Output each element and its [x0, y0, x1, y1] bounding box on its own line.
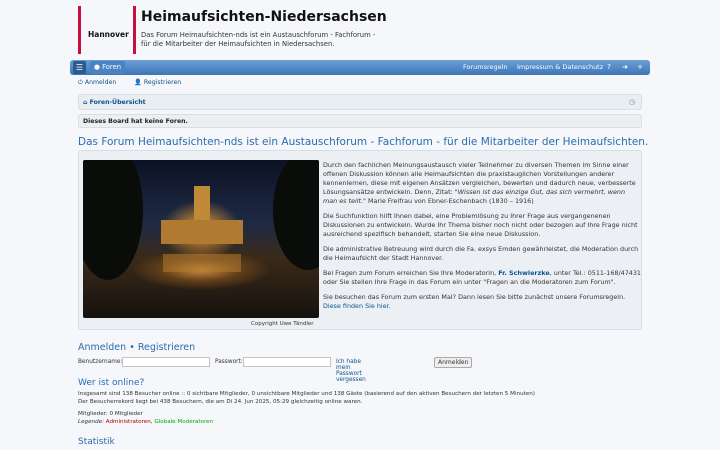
online-record: Der Besucherrekord liegt bei 438 Besuche…	[78, 398, 363, 405]
intro-text: Durch den fachlichen Meinungsaustausch v…	[323, 161, 641, 317]
password-input[interactable]	[243, 357, 331, 367]
online-legend: Legende: Administratoren, Globale Modera…	[78, 419, 638, 427]
main-heading: Das Forum Heimaufsichten-nds ist ein Aus…	[78, 136, 649, 148]
nav-forum-link[interactable]: ● Foren	[90, 61, 126, 74]
legend-sep: ,	[150, 418, 153, 425]
p1-author: Marie Freifrau von Ebner-Eschenbach (183…	[365, 197, 534, 205]
forgot-password-link[interactable]: Ich habe mein Passwort vergessen	[336, 359, 366, 383]
username-input[interactable]	[122, 357, 210, 367]
notice-text: Dieses Board hat keine Foren.	[83, 118, 188, 125]
building-reflection	[163, 254, 241, 272]
breadcrumb-home[interactable]: ⌂ Foren-Übersicht	[83, 99, 146, 106]
building-body	[161, 220, 243, 244]
logo-bar-right	[133, 6, 136, 54]
logo-text: Hannover	[88, 30, 129, 39]
stats-heading: Statistik	[78, 437, 115, 447]
photo-copyright: Copyright Uwe Tändler	[251, 321, 314, 327]
site-title[interactable]: Heimaufsichten-Niedersachsen	[141, 9, 387, 25]
intro-paragraph-2: Die Suchfunktion hilft Ihnen dabei, eine…	[323, 212, 638, 238]
p4-text: Bei Fragen zum Forum erreichen Sie Ihre …	[323, 269, 499, 277]
intro-paragraph-1: Durch den fachlichen Meinungsaustausch v…	[323, 161, 641, 206]
content-panel: Copyright Uwe Tändler Durch den fachlich…	[78, 150, 642, 330]
moderator-link[interactable]: Fr. Schwierzke	[498, 269, 550, 277]
tree-right	[273, 160, 319, 270]
legend-label: Legende:	[78, 418, 104, 425]
user-bar: ⏻ Anmelden 👤 Registrieren	[78, 78, 197, 87]
logo-bar-left	[78, 6, 81, 54]
register-heading-link[interactable]: Registrieren	[138, 342, 195, 353]
register-icon[interactable]: +	[634, 61, 646, 74]
intro-paragraph-4: Bei Fragen zum Forum erreichen Sie Ihre …	[323, 269, 641, 287]
online-members: Mitglieder: 0 Mitglieder	[78, 411, 143, 417]
notice-box: Dieses Board hat keine Foren.	[78, 114, 642, 128]
login-link[interactable]: ⏻ Anmelden	[78, 79, 124, 86]
town-hall-photo	[83, 160, 319, 318]
nav-rules-link[interactable]: Forumsregeln	[463, 61, 508, 74]
login-heading-sep: •	[129, 342, 135, 353]
forum-icon: ●	[94, 63, 100, 71]
breadcrumb-label: Foren-Übersicht	[89, 99, 146, 106]
login-submit-button[interactable]: Anmelden	[434, 357, 473, 368]
register-link-label: Registrieren	[143, 79, 182, 86]
login-link-label: Anmelden	[84, 79, 117, 86]
navbar: ☰ ● Foren Forumsregeln Impressum & Daten…	[70, 60, 650, 75]
site-description: Das Forum Heimaufsichten-nds ist ein Aus…	[141, 31, 376, 48]
rules-link[interactable]: Diese finden Sie hier.	[323, 302, 391, 310]
intro-paragraph-5: Sie besuchen das Forum zum ersten Mal? D…	[323, 293, 641, 311]
legend-admins[interactable]: Administratoren	[106, 419, 151, 425]
login-heading: Anmelden • Registrieren	[78, 342, 195, 353]
site-logo[interactable]: Hannover	[78, 6, 136, 54]
online-total: Insgesamt sind 138 Besucher online :: 0 …	[78, 391, 535, 397]
nav-forum-label: Foren	[102, 63, 122, 71]
clock-icon: ◷	[628, 98, 635, 106]
p5-text: Sie besuchen das Forum zum ersten Mal? D…	[323, 293, 626, 301]
building-tower	[194, 186, 210, 220]
tree-left	[83, 160, 143, 280]
register-link[interactable]: 👤 Registrieren	[134, 79, 189, 86]
intro-paragraph-3: Die administrative Betreuung wird durch …	[323, 245, 639, 262]
help-icon[interactable]: ?	[603, 61, 615, 74]
online-info: Insgesamt sind 138 Besucher online :: 0 …	[78, 391, 638, 426]
login-icon[interactable]: ➜	[619, 61, 631, 74]
nav-imprint-link[interactable]: Impressum & Datenschutz	[517, 61, 603, 74]
breadcrumb: ⌂ Foren-Übersicht ◷	[78, 94, 642, 110]
username-label: Benutzername:	[78, 359, 123, 365]
login-heading-link[interactable]: Anmelden	[78, 342, 126, 353]
menu-icon[interactable]: ☰	[73, 61, 86, 74]
legend-mods[interactable]: Globale Moderatoren	[154, 419, 213, 425]
online-heading: Wer ist online?	[78, 378, 145, 388]
password-label: Passwort:	[215, 359, 243, 365]
